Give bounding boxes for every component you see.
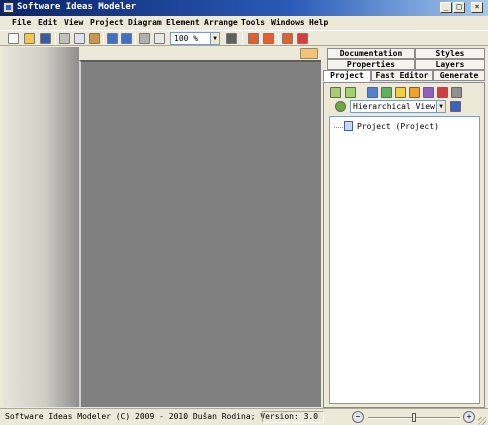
tab-project[interactable]: Project [323,70,371,82]
save-icon[interactable] [40,33,51,44]
menu-project[interactable]: Project [90,18,124,27]
new-model-icon[interactable] [423,87,434,98]
title-bar[interactable]: Software Ideas Modeler _ □ × [0,0,488,16]
copy-icon[interactable] [74,33,85,44]
view-select[interactable]: Hierarchical View ▼ [350,100,446,113]
delete-icon[interactable] [437,87,448,98]
diagram-export-icon[interactable] [282,33,293,44]
tab-styles[interactable]: Styles [415,48,485,59]
tree-node-label: Project (Project) [357,122,439,131]
overflow-icon[interactable] [468,87,474,98]
zoom-out-icon[interactable]: − [352,411,364,423]
tab-fast-editor[interactable]: Fast Editor [371,70,433,81]
new-element-icon[interactable] [381,87,392,98]
refresh-icon[interactable] [335,101,346,112]
left-panel [3,47,79,407]
menu-view[interactable]: View [64,18,83,27]
resize-grip[interactable] [478,417,486,425]
move-up-icon[interactable] [330,87,341,98]
menu-bar: File Edit View Project Diagram Element A… [0,16,488,30]
window-title: Software Ideas Modeler [17,2,137,12]
project-panel: Hierarchical View ▼ Project (Project) [323,82,485,408]
menu-tools[interactable]: Tools [241,18,265,27]
project-tree[interactable]: Project (Project) [329,116,480,404]
status-bar: Software Ideas Modeler (C) 2009 - 2010 D… [0,408,488,425]
view-options-icon[interactable] [450,101,461,112]
import-icon[interactable] [263,33,274,44]
new-folder-icon[interactable] [395,87,406,98]
properties-icon[interactable] [451,87,462,98]
new-diagram-icon[interactable] [367,87,378,98]
panel-menu-button[interactable] [300,48,318,59]
right-panel-tabs: Documentation Styles Properties Layers P… [323,46,488,82]
undo-icon[interactable] [107,33,118,44]
open-icon[interactable] [24,33,35,44]
view-select-value: Hierarchical View [353,102,435,111]
menu-element[interactable]: Element [166,18,200,27]
zoom-value: 100 % [174,34,199,43]
toolbar-separator [103,33,104,45]
menu-file[interactable]: File [12,18,31,27]
maximize-button[interactable]: □ [453,2,465,13]
canvas-tab-strip [79,47,321,60]
toolbar-separator [55,33,56,45]
menu-help[interactable]: Help [309,18,328,27]
project-icon [344,121,353,131]
chevron-down-icon[interactable]: ▼ [210,33,219,44]
toolbar-separator [242,33,243,45]
minimize-button[interactable]: _ [440,2,452,13]
chevron-down-icon[interactable]: ▼ [436,101,445,112]
tab-layers[interactable]: Layers [415,59,485,70]
zoom-slider-thumb[interactable] [412,413,416,422]
diagram-canvas[interactable] [79,60,321,407]
toolbar-separator [278,33,279,45]
app-icon[interactable] [3,2,14,13]
redo-icon[interactable] [121,33,132,44]
menu-edit[interactable]: Edit [38,18,57,27]
main-toolbar: 100 % ▼ [0,30,488,46]
tree-connector [334,127,343,128]
menu-diagram[interactable]: Diagram [128,18,162,27]
zoom-select[interactable]: 100 % ▼ [170,32,220,45]
close-button[interactable]: × [471,2,483,13]
print-preview-icon[interactable] [154,33,165,44]
project-toolbar [327,86,483,100]
status-panel [262,411,324,423]
menu-windows[interactable]: Windows [271,18,305,27]
toolbar-separator [135,33,136,45]
tab-properties[interactable]: Properties [327,59,415,70]
menu-arrange[interactable]: Arrange [204,18,238,27]
print-icon[interactable] [139,33,150,44]
cut-icon[interactable] [59,33,70,44]
diagram-import-icon[interactable] [297,33,308,44]
new-icon[interactable] [8,33,19,44]
new-package-icon[interactable] [409,87,420,98]
move-down-icon[interactable] [345,87,356,98]
tab-generate[interactable]: Generate [433,70,485,81]
zoom-in-icon[interactable]: + [463,411,475,423]
export-icon[interactable] [248,33,259,44]
paste-icon[interactable] [89,33,100,44]
grid-icon[interactable] [226,33,237,44]
tab-documentation[interactable]: Documentation [327,48,415,59]
